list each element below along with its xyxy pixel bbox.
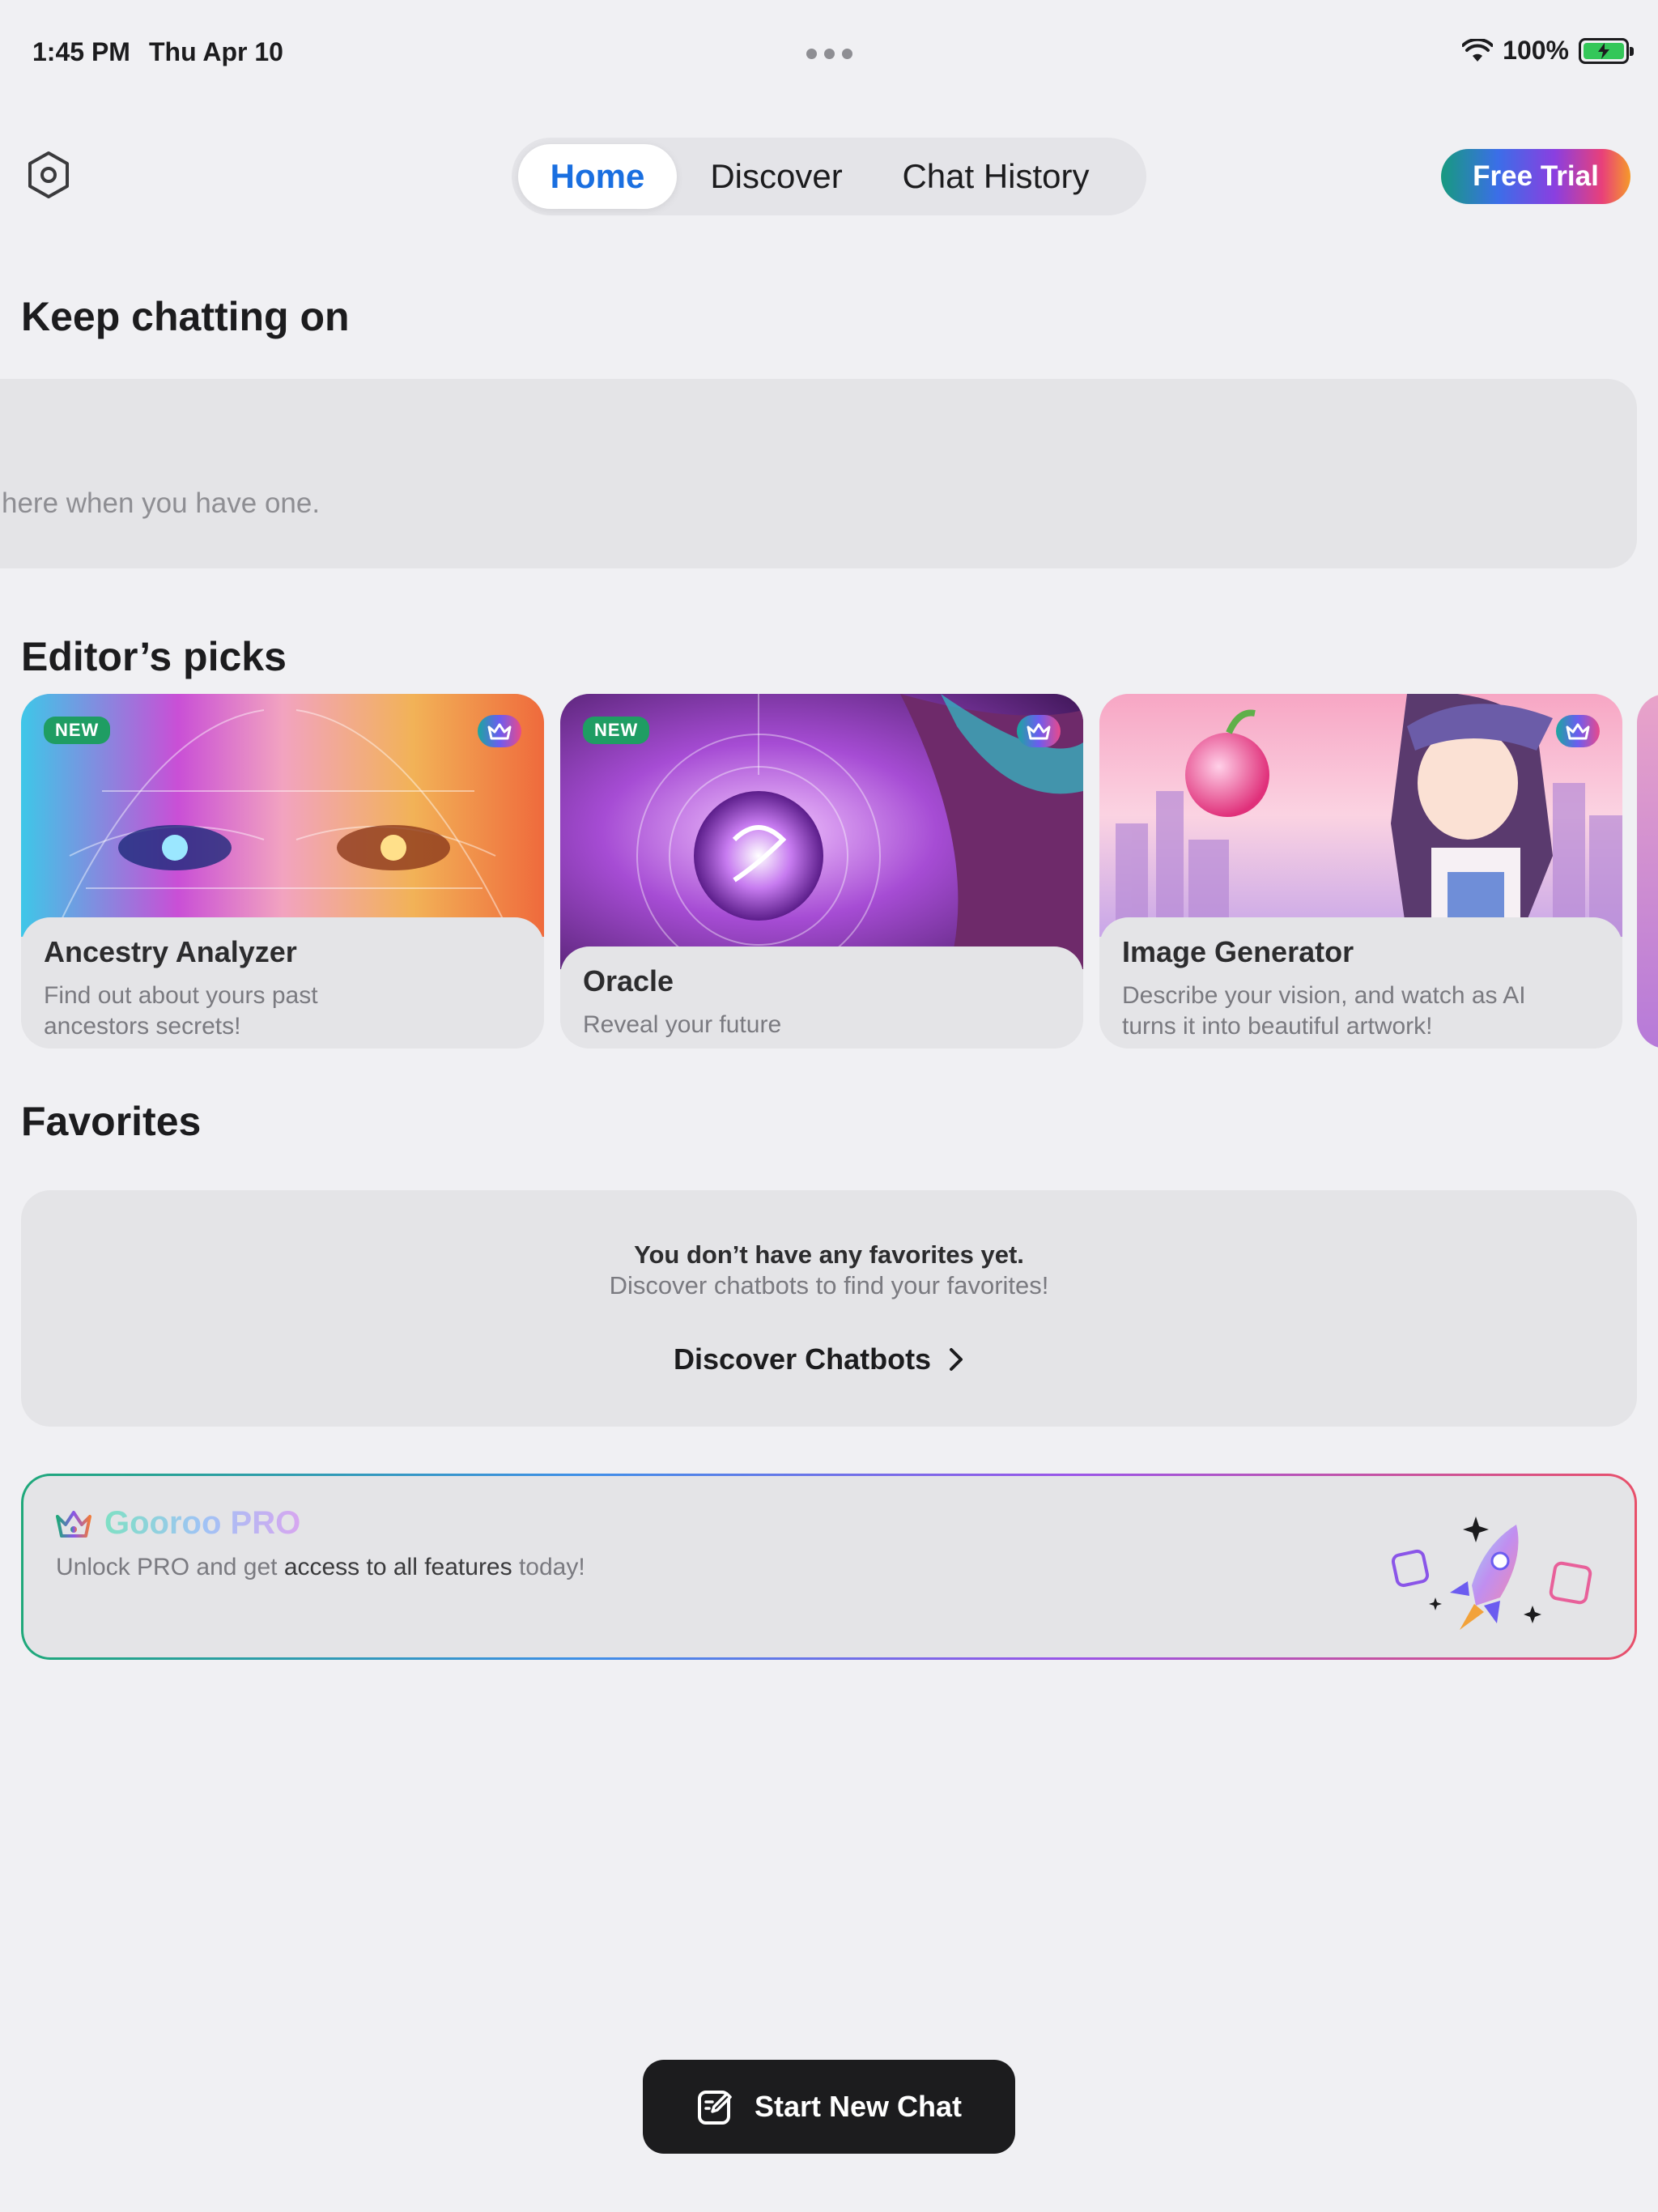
pick-desc-line: ancestors secrets! <box>44 1013 241 1040</box>
pick-info: Oracle Reveal your future <box>560 946 1083 1049</box>
crown-icon <box>1017 715 1061 747</box>
rocket-icon <box>1391 1516 1592 1630</box>
pick-desc-line: Describe your vision, and watch as AI <box>1122 982 1526 1009</box>
crown-icon <box>478 715 521 747</box>
favorites-card: You don’t have any favorites yet. Discov… <box>21 1190 1637 1427</box>
crown-icon <box>56 1510 91 1538</box>
pick-card-next[interactable] <box>1637 694 1658 1049</box>
tab-home[interactable]: Home <box>518 144 677 209</box>
new-badge: NEW <box>583 717 650 744</box>
pick-card-ancestry-analyzer[interactable]: NEW Ancestry Analyzer Find out about you… <box>21 694 544 1049</box>
pro-subtitle: Unlock PRO and get access to all feature… <box>56 1554 585 1581</box>
discover-chatbots-label: Discover Chatbots <box>674 1342 932 1376</box>
pick-desc-line: Reveal your future <box>583 1011 782 1038</box>
pro-sub-post: today! <box>512 1554 585 1580</box>
tab-chat-history[interactable]: Chat History <box>876 144 1116 209</box>
pick-title: Oracle <box>583 964 674 998</box>
pick-info: Image Generator Describe your vision, an… <box>1099 917 1622 1049</box>
keep-chatting-empty-text: here when you have one. <box>2 487 321 519</box>
keep-chatting-heading: Keep chatting on <box>21 294 350 339</box>
battery-percent: 100% <box>1503 36 1569 65</box>
pro-title-row: Gooroo PRO <box>54 1505 300 1542</box>
start-new-chat-label: Start New Chat <box>754 2090 963 2123</box>
pick-info: Ancestry Analyzer Find out about yours p… <box>21 917 544 1049</box>
favorites-empty-sub: Discover chatbots to find your favorites… <box>609 1271 1049 1300</box>
discover-chatbots-link[interactable]: Discover Chatbots <box>674 1342 963 1376</box>
pro-banner[interactable]: Gooroo PRO Unlock PRO and get access to … <box>21 1474 1637 1660</box>
start-new-chat-button[interactable]: Start New Chat <box>643 2060 1015 2154</box>
favorites-empty-title: You don’t have any favorites yet. <box>634 1240 1024 1269</box>
pick-title: Image Generator <box>1122 935 1354 968</box>
segmented-tabs: Home Discover Chat History <box>512 138 1146 215</box>
gear-icon <box>28 151 69 198</box>
favorites-heading: Favorites <box>21 1099 202 1144</box>
multitasking-dots-icon[interactable] <box>806 49 852 59</box>
pro-sub-bold: access to all features <box>283 1554 512 1580</box>
new-badge: NEW <box>44 717 111 744</box>
status-time: 1:45 PM <box>32 37 130 66</box>
tab-discover[interactable]: Discover <box>677 144 876 209</box>
compose-icon <box>697 2091 732 2125</box>
wifi-icon <box>1462 38 1494 62</box>
battery-icon <box>1579 37 1634 64</box>
pro-sub-pre: Unlock PRO and get <box>56 1554 284 1580</box>
status-bar: 1:45 PM Thu Apr 10 100% <box>0 0 1658 97</box>
keep-chatting-card[interactable]: here when you have one. <box>0 379 1637 568</box>
pick-desc-line: Find out about yours past <box>44 982 318 1009</box>
settings-button[interactable] <box>23 149 74 201</box>
pick-title: Ancestry Analyzer <box>44 935 297 968</box>
pro-title: Gooroo PRO <box>104 1505 301 1541</box>
pick-card-image-generator[interactable]: Image Generator Describe your vision, an… <box>1099 694 1622 1049</box>
chevron-right-icon <box>950 1348 963 1371</box>
status-indicators: 100% <box>1462 36 1634 66</box>
status-date: Thu Apr 10 <box>149 37 283 66</box>
editors-picks-heading: Editor’s picks <box>21 634 287 679</box>
pick-desc-line: turns it into beautiful artwork! <box>1122 1013 1433 1040</box>
crown-icon <box>1556 715 1600 747</box>
free-trial-button[interactable]: Free Trial <box>1441 149 1630 204</box>
anime-painter-art-icon <box>1099 694 1622 937</box>
pick-card-oracle[interactable]: NEW Oracle Reveal your future <box>560 694 1083 1049</box>
